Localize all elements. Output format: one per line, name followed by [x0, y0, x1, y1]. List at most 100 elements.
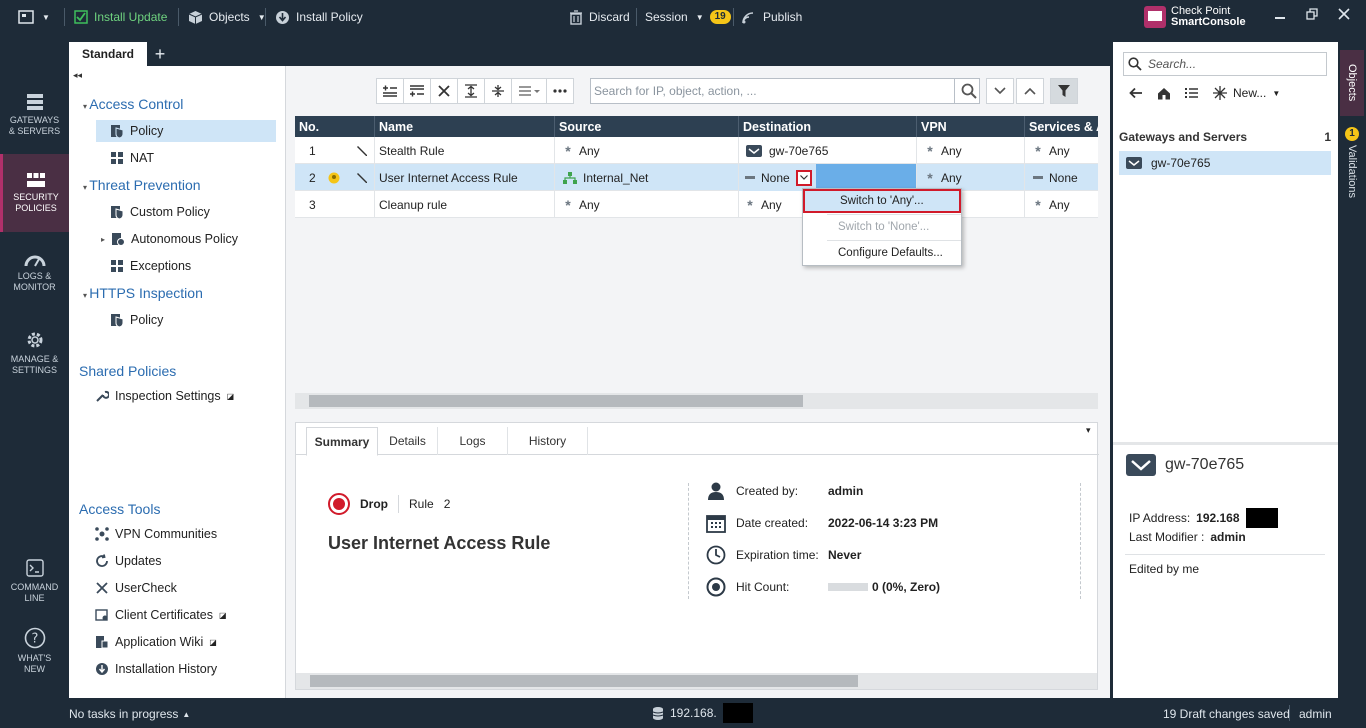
nav-whats-new[interactable]: ? WHAT'S NEW — [0, 616, 69, 686]
rule-services-cell[interactable]: * Any — [1025, 191, 1098, 218]
rule-name-cell[interactable]: Cleanup rule — [375, 191, 555, 218]
column-header-destination[interactable]: Destination — [739, 116, 917, 137]
rule-vpn-cell[interactable]: * Any — [917, 137, 1025, 164]
scrollbar-thumb[interactable] — [310, 675, 858, 687]
delete-rule-button[interactable] — [430, 78, 458, 104]
rule-destination-cell[interactable]: None — [739, 164, 917, 191]
tree-shared-policies[interactable]: Shared Policies — [79, 363, 176, 379]
edit-pencil-icon[interactable] — [356, 172, 368, 184]
rulebase-search-input[interactable]: Search for IP, object, action, ... — [590, 78, 980, 104]
rule-vpn-cell[interactable]: * Any — [917, 164, 1025, 191]
cell-dropdown-button[interactable] — [795, 169, 812, 186]
search-button[interactable] — [954, 78, 982, 104]
list-icon[interactable] — [1185, 87, 1199, 99]
tree-item-inspection-settings[interactable]: Inspection Settings ◪ — [95, 385, 234, 407]
edit-pencil-icon[interactable] — [356, 145, 368, 157]
tree-https-inspection[interactable]: ▾ HTTPS Inspection — [83, 285, 203, 301]
rule-services-cell[interactable]: * Any — [1025, 137, 1098, 164]
tool-usercheck[interactable]: UserCheck — [95, 577, 177, 599]
back-arrow-icon[interactable] — [1129, 87, 1143, 99]
column-header-services[interactable]: Services & A — [1025, 116, 1098, 137]
rule-name-cell[interactable]: Stealth Rule — [375, 137, 555, 164]
tree-item-access-policy[interactable]: Policy — [96, 120, 276, 142]
tasks-status[interactable]: No tasks in progress ▲ — [69, 707, 190, 721]
previous-match-button[interactable] — [1016, 78, 1044, 104]
menu-switch-to-none[interactable]: Switch to 'None'... — [803, 215, 961, 239]
summary-horizontal-scrollbar[interactable] — [296, 673, 1097, 689]
column-header-vpn[interactable]: VPN — [917, 116, 1025, 137]
rules-horizontal-scrollbar[interactable] — [295, 393, 1098, 409]
rule-source-cell[interactable]: Internal_Net — [555, 164, 739, 191]
column-header-no[interactable]: No. — [295, 116, 375, 137]
nav-gateways-servers[interactable]: GATEWAYS & SERVERS — [0, 76, 69, 154]
expand-arrow-icon[interactable]: ▸ — [101, 235, 105, 244]
table-row[interactable]: 2 User Internet Access Rule Internal_Net… — [295, 164, 1098, 191]
rule-services-cell[interactable]: None — [1025, 164, 1098, 191]
tree-item-https-policy[interactable]: Policy — [110, 309, 163, 331]
nav-security-policies[interactable]: SECURITY POLICIES — [0, 154, 69, 232]
home-icon[interactable] — [1157, 87, 1171, 100]
table-row[interactable]: 3 Cleanup rule * Any * Any * Any — [295, 191, 1098, 218]
restore-button[interactable] — [1298, 3, 1326, 25]
collapse-panel-icon[interactable]: ◂◂ — [73, 70, 82, 81]
session-menu-button[interactable]: Session ▼ 19 — [645, 0, 731, 34]
add-tab-button[interactable]: + — [149, 42, 171, 66]
menu-switch-to-any[interactable]: Switch to 'Any'... — [803, 189, 961, 213]
tree-access-control[interactable]: ▾ Access Control — [83, 96, 183, 112]
panel-options-icon[interactable]: ▾ — [1086, 425, 1091, 436]
tree-item-exceptions[interactable]: Exceptions — [110, 255, 191, 277]
nav-logs-monitor[interactable]: LOGS & MONITOR — [0, 234, 69, 312]
object-search-input[interactable]: Search... — [1123, 52, 1327, 76]
tool-client-certificates[interactable]: Client Certificates ◪ — [95, 604, 227, 626]
rule-source-cell[interactable]: * Any — [555, 191, 739, 218]
vtab-objects[interactable]: Objects — [1340, 50, 1364, 116]
column-header-source[interactable]: Source — [555, 116, 739, 137]
expand-sections-button[interactable] — [457, 78, 485, 104]
new-object-button[interactable]: New... ▼ — [1213, 86, 1280, 100]
scrollbar-thumb[interactable] — [309, 395, 803, 407]
rule-destination-cell[interactable]: gw-70e765 — [739, 137, 917, 164]
tool-application-wiki[interactable]: Application Wiki ◪ — [95, 631, 217, 653]
current-user[interactable]: admin — [1299, 707, 1332, 721]
minimize-button[interactable] — [1266, 3, 1294, 25]
next-match-button[interactable] — [986, 78, 1014, 104]
filter-button[interactable] — [1050, 78, 1078, 104]
tool-updates[interactable]: Updates — [95, 550, 162, 572]
collapse-sections-button[interactable] — [484, 78, 512, 104]
nav-manage-settings[interactable]: MANAGE & SETTINGS — [0, 314, 69, 392]
rule-summary-panel: Summary Details Logs History ▾ Drop Rule… — [295, 422, 1099, 690]
tool-installation-history[interactable]: Installation History — [95, 658, 217, 680]
rule-source-cell[interactable]: * Any — [555, 137, 739, 164]
add-rule-below-button[interactable] — [403, 78, 431, 104]
close-window-button[interactable] — [1330, 3, 1358, 25]
list-view-button[interactable] — [511, 78, 547, 104]
tab-summary[interactable]: Summary — [306, 427, 378, 456]
summary-rule-name: User Internet Access Rule — [328, 533, 551, 553]
table-row[interactable]: 1 Stealth Rule * Any gw-70e765 * Any * Any — [295, 137, 1098, 164]
objects-menu-button[interactable]: Objects ▼ — [188, 0, 266, 34]
tab-logs[interactable]: Logs — [438, 427, 508, 455]
rule-name-cell[interactable]: User Internet Access Rule — [375, 164, 555, 191]
menu-configure-defaults[interactable]: Configure Defaults... — [803, 241, 961, 265]
vtab-validations[interactable]: 1 Validations — [1340, 120, 1364, 204]
install-update-button[interactable]: Install Update — [74, 0, 167, 34]
object-item-gateway[interactable]: gw-70e765 — [1119, 151, 1331, 175]
add-rule-above-button[interactable] — [376, 78, 404, 104]
tree-item-custom-policy[interactable]: Custom Policy — [110, 201, 210, 223]
publish-button[interactable]: Publish — [741, 0, 802, 34]
gateways-section-header[interactable]: Gateways and Servers 1 — [1119, 130, 1331, 144]
tab-details[interactable]: Details — [378, 427, 438, 455]
tree-item-autonomous-policy[interactable]: ▸ Autonomous Policy — [101, 228, 238, 250]
install-policy-button[interactable]: Install Policy — [275, 0, 363, 34]
tab-standard[interactable]: Standard — [69, 42, 147, 66]
discard-button[interactable]: Discard — [569, 0, 630, 34]
app-menu-button[interactable]: ▼ — [18, 0, 50, 34]
tab-history[interactable]: History — [508, 427, 588, 455]
terminal-icon — [25, 559, 44, 577]
more-options-button[interactable] — [546, 78, 574, 104]
column-header-name[interactable]: Name — [375, 116, 555, 137]
tool-vpn-communities[interactable]: VPN Communities — [95, 523, 217, 545]
tree-item-nat[interactable]: NAT — [110, 147, 154, 169]
nav-command-line[interactable]: COMMAND LINE — [0, 546, 69, 616]
tree-threat-prevention[interactable]: ▾ Threat Prevention — [83, 177, 201, 193]
